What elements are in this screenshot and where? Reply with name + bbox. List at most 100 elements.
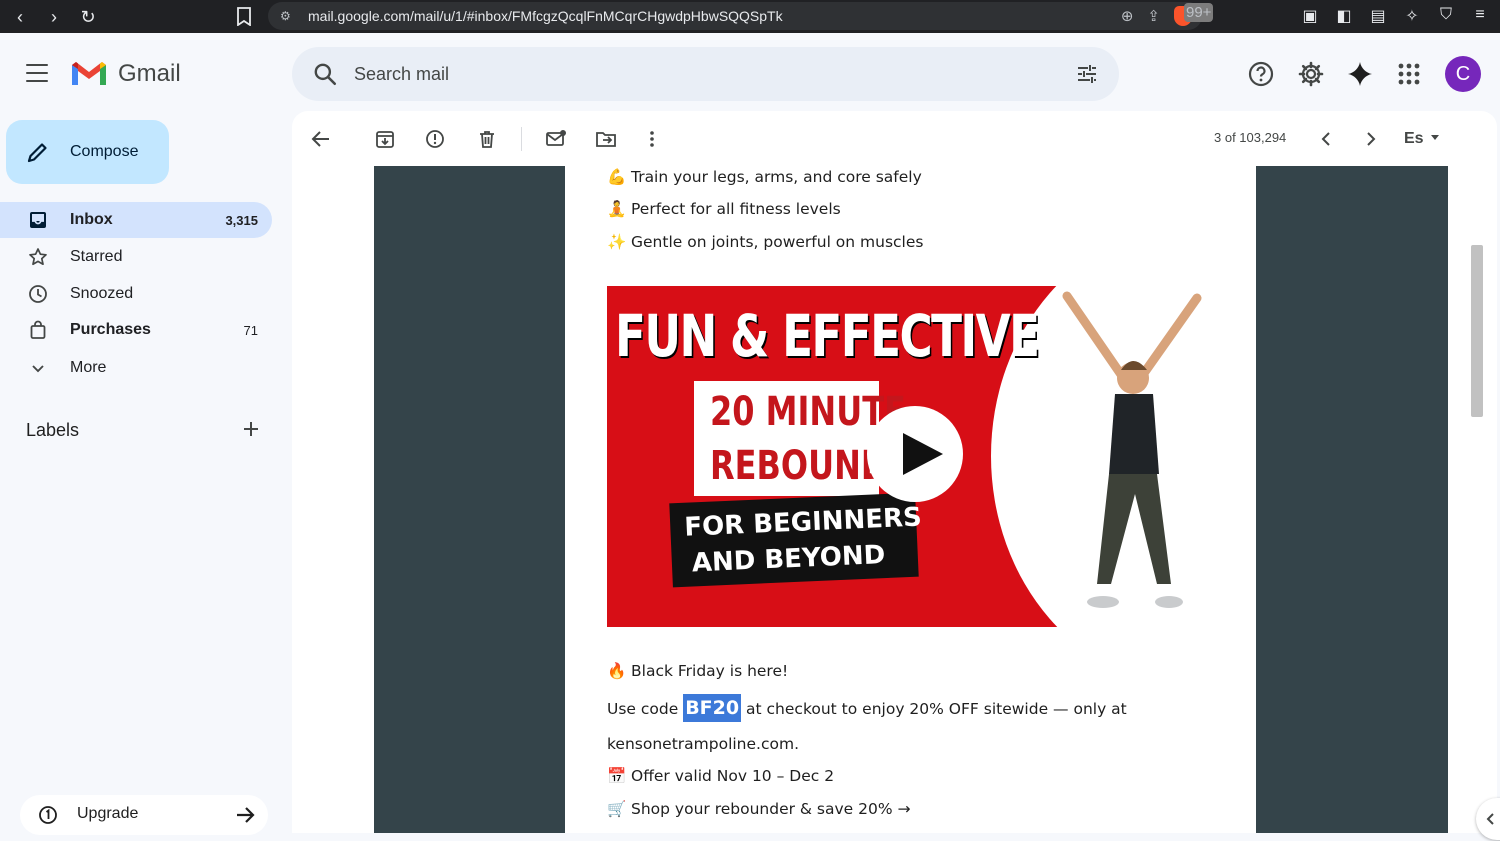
toolbar-divider	[521, 127, 522, 151]
promo-line: 🔥 Black Friday is here!	[607, 662, 788, 680]
input-language[interactable]: Es	[1404, 130, 1424, 148]
gmail-logo-icon[interactable]	[70, 58, 108, 88]
benefit-line: 🧘 Perfect for all fitness levels	[607, 200, 841, 218]
search-icon[interactable]	[312, 61, 338, 87]
promo-code[interactable]: BF20	[683, 694, 742, 722]
search-bar[interactable]	[292, 47, 1119, 101]
older-chevron-icon[interactable]	[1360, 128, 1382, 150]
video-banner-line2: AND BEYOND	[691, 540, 886, 579]
offer-text: Offer valid Nov 10 – Dec 2	[631, 767, 835, 785]
caret-down-icon[interactable]	[1429, 131, 1441, 143]
shop-line[interactable]: 🛒 Shop your rebounder & save 20% →	[607, 800, 911, 818]
compose-label: Compose	[70, 143, 139, 160]
sidebar-item-inbox[interactable]: Inbox 3,315	[0, 202, 272, 238]
move-to-icon[interactable]	[595, 128, 617, 150]
play-button-icon[interactable]	[867, 406, 963, 502]
person-exercise-icon: 🧘	[607, 200, 627, 218]
benefit-text: Gentle on joints, powerful on muscles	[631, 233, 924, 251]
labels-heading: Labels	[26, 420, 80, 440]
sidebar-toggle-icon[interactable]: ◧	[1334, 6, 1354, 26]
main-menu-icon[interactable]	[26, 64, 48, 82]
promo-headline: Black Friday is here!	[631, 662, 789, 680]
screenshot-icon[interactable]: ▣	[1300, 6, 1320, 26]
delete-trash-icon[interactable]	[476, 128, 498, 150]
sparkles-icon: ✨	[607, 233, 627, 251]
menu-icon[interactable]: ≡	[1470, 6, 1490, 26]
help-icon[interactable]	[1247, 60, 1275, 88]
reload-icon[interactable]: ↻	[78, 8, 98, 26]
shop-link[interactable]: Shop your rebounder & save 20% →	[631, 800, 911, 818]
upgrade-info-icon	[39, 806, 57, 824]
message-toolbar: 3 of 103,294 Es	[292, 111, 1497, 166]
report-spam-icon[interactable]	[424, 128, 446, 150]
star-icon	[29, 248, 47, 266]
bag-icon	[30, 320, 46, 339]
zoom-icon[interactable]: ⊕	[1121, 7, 1134, 25]
email-body: 💪 Train your legs, arms, and core safely …	[565, 166, 1256, 833]
vpn-icon[interactable]: ⛉	[1436, 6, 1456, 26]
gmail-wordmark[interactable]: Gmail	[118, 60, 181, 88]
browser-nav: ‹ › ↻	[0, 8, 270, 26]
settings-gear-icon[interactable]	[1297, 60, 1325, 88]
url-text: mail.google.com/mail/u/1/#inbox/FMfcgzQc…	[308, 8, 783, 24]
code-line: Use code BF20 at checkout to enjoy 20% O…	[607, 694, 1127, 722]
search-options-icon[interactable]	[1075, 62, 1099, 86]
sidebar-item-snoozed[interactable]: Snoozed	[0, 276, 272, 312]
bookmark-icon[interactable]	[236, 7, 252, 26]
arrow-right-icon	[237, 807, 255, 823]
sidebar-item-label: More	[70, 359, 107, 376]
benefit-line: 💪 Train your legs, arms, and core safely	[607, 168, 922, 186]
message-panel: 3 of 103,294 Es 💪 Train your legs, arms, …	[292, 111, 1497, 833]
benefit-text: Perfect for all fitness levels	[631, 200, 841, 218]
exercising-woman-figure	[1062, 291, 1202, 608]
address-bar[interactable]: ⚙ mail.google.com/mail/u/1/#inbox/FMfcgz…	[268, 2, 1214, 30]
site-settings-icon[interactable]: ⚙	[280, 9, 304, 23]
shield-badge: 99+	[1184, 3, 1214, 22]
fire-icon: 🔥	[607, 662, 627, 680]
add-label-icon[interactable]	[242, 420, 260, 438]
unread-count: 3,315	[225, 212, 258, 228]
video-banner-line1: FOR BEGINNERS	[683, 502, 923, 543]
wallet-icon[interactable]: ▤	[1368, 6, 1388, 26]
unread-count: 71	[243, 322, 258, 338]
leo-ai-icon[interactable]: ✧	[1402, 6, 1422, 26]
sidebar-item-label: Purchases	[70, 321, 151, 338]
flexed-arm-icon: 💪	[607, 168, 627, 186]
browser-chrome: ‹ › ↻ ⚙ mail.google.com/mail/u/1/#inbox/…	[0, 0, 1500, 33]
video-title: FUN & EFFECTIVE	[615, 302, 1040, 370]
compose-button[interactable]: Compose	[6, 120, 169, 184]
mark-unread-icon[interactable]	[545, 128, 567, 150]
back-icon[interactable]: ‹	[10, 8, 30, 26]
sidebar-item-label: Inbox	[70, 211, 113, 228]
newer-chevron-icon[interactable]	[1315, 128, 1337, 150]
video-thumbnail[interactable]: FUN & EFFECTIVE 20 MINUTE REBOUNDER FOR …	[607, 286, 1212, 627]
share-icon[interactable]: ⇪	[1147, 7, 1160, 25]
code-prefix: Use code	[607, 700, 684, 718]
archive-icon[interactable]	[374, 128, 396, 150]
back-arrow-icon[interactable]	[310, 128, 332, 150]
page-scrollbar[interactable]	[1471, 245, 1483, 417]
search-input[interactable]	[354, 57, 1034, 91]
sidebar-item-starred[interactable]: Starred	[0, 239, 272, 275]
video-subtitle-box: 20 MINUTE REBOUNDER	[694, 381, 934, 496]
account-avatar[interactable]: C	[1445, 56, 1481, 92]
video-banner: FOR BEGINNERS AND BEYOND	[669, 492, 922, 588]
site-text: kensonetrampoline.com.	[607, 735, 800, 753]
offer-line: 📅 Offer valid Nov 10 – Dec 2	[607, 767, 834, 785]
code-suffix: at checkout to enjoy 20% OFF sitewide — …	[741, 700, 1127, 718]
inbox-icon	[30, 212, 46, 228]
sidebar-item-label: Starred	[70, 248, 123, 265]
pencil-icon	[27, 143, 47, 163]
upgrade-button[interactable]: Upgrade	[20, 795, 268, 835]
sidebar-item-more[interactable]: More	[0, 350, 272, 386]
brave-shield-icon[interactable]: 99+	[1174, 3, 1214, 26]
benefit-line: ✨ Gentle on joints, powerful on muscles	[607, 233, 923, 251]
sidebar-item-purchases[interactable]: Purchases 71	[0, 312, 272, 348]
more-options-icon[interactable]	[641, 128, 663, 150]
forward-icon[interactable]: ›	[44, 8, 64, 26]
apps-grid-icon[interactable]	[1395, 60, 1423, 88]
clock-icon	[29, 285, 47, 303]
calendar-icon: 📅	[607, 767, 627, 785]
gemini-sparkle-icon[interactable]	[1346, 60, 1374, 88]
benefit-text: Train your legs, arms, and core safely	[631, 168, 922, 186]
